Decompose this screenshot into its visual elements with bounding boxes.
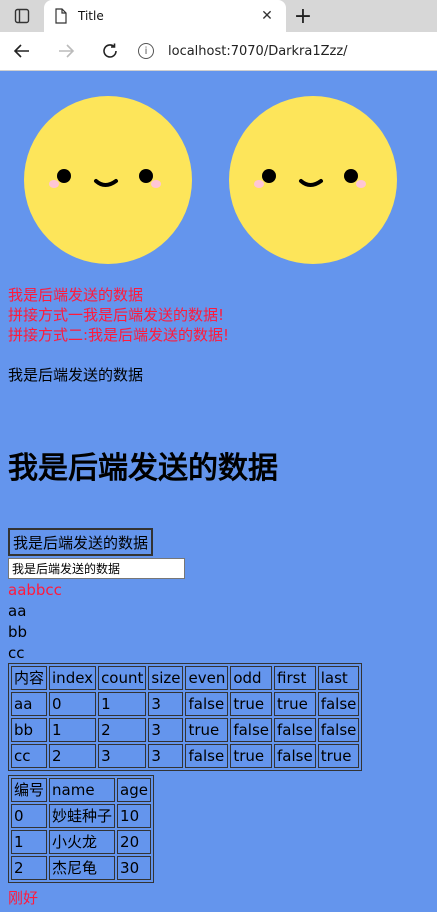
smiley-face-image: [24, 96, 192, 264]
table-cell: 2: [11, 856, 48, 880]
table-cell: true: [185, 718, 229, 742]
table-row: 2 杰尼龟 30: [11, 856, 151, 880]
table-cell: false: [185, 744, 229, 768]
tab-label: Title: [78, 9, 104, 23]
list-item: aa: [8, 602, 27, 620]
smiley-face-image: [229, 96, 397, 264]
close-tab-icon[interactable]: ✕: [258, 8, 276, 24]
red-line: 拼接方式二:我是后端发送的数据!: [8, 326, 230, 344]
table-cell: 30: [117, 856, 151, 880]
header-cell: age: [117, 778, 151, 802]
table-cell: 1: [11, 830, 48, 854]
table-cell: 0: [11, 804, 48, 828]
site-info-icon[interactable]: i: [138, 43, 154, 59]
new-tab-icon[interactable]: +: [286, 0, 320, 32]
table-header-row: 编号 name age: [11, 778, 151, 802]
header-cell: index: [49, 666, 97, 690]
table-cell: 1: [98, 692, 147, 716]
table-cell: 3: [148, 692, 184, 716]
table-cell: false: [274, 718, 316, 742]
address-bar[interactable]: i localhost:7070/Darkra1Zzz/: [132, 37, 431, 65]
table-cell: 10: [117, 804, 151, 828]
table-cell: true: [230, 744, 273, 768]
footer-text: 刚好: [8, 889, 39, 907]
table-cell: true: [274, 692, 316, 716]
table-row: bb 1 2 3 true false false false: [11, 718, 360, 742]
header-cell: odd: [230, 666, 273, 690]
plain-text: 我是后端发送的数据: [8, 366, 144, 384]
table-row: aa 0 1 3 false true true false: [11, 692, 360, 716]
header-cell: 编号: [11, 778, 48, 802]
table-cell: 妙蛙种子: [49, 804, 116, 828]
header-cell: first: [274, 666, 316, 690]
concat-text: aabbcc: [8, 581, 62, 599]
table-cell: true: [317, 744, 360, 768]
header-cell: even: [185, 666, 229, 690]
table-cell: cc: [11, 744, 48, 768]
table-cell: true: [230, 692, 273, 716]
data-button[interactable]: 我是后端发送的数据: [8, 528, 154, 556]
table-cell: false: [317, 692, 360, 716]
table-cell: 3: [98, 744, 147, 768]
refresh-icon[interactable]: [88, 32, 132, 70]
table-cell: 2: [98, 718, 147, 742]
table-cell: 20: [117, 830, 151, 854]
list-item: bb: [8, 623, 28, 641]
page-content: 我是后端发送的数据 拼接方式一我是后端发送的数据! 拼接方式二:我是后端发送的数…: [0, 71, 437, 912]
back-arrow-icon[interactable]: [0, 32, 44, 70]
list-item: cc: [8, 644, 25, 662]
url-text: localhost:7070/Darkra1Zzz/: [168, 43, 348, 59]
red-line: 拼接方式一我是后端发送的数据!: [8, 306, 225, 324]
table-cell: 0: [49, 692, 97, 716]
table-cell: 2: [49, 744, 97, 768]
header-cell: name: [49, 778, 116, 802]
item-list: aa bb cc: [8, 601, 27, 664]
red-line: 我是后端发送的数据: [8, 286, 144, 304]
navigation-bar: i localhost:7070/Darkra1Zzz/: [0, 32, 437, 70]
header-cell: size: [148, 666, 184, 690]
table-cell: false: [230, 718, 273, 742]
table-cell: false: [274, 744, 316, 768]
browser-chrome: Title ✕ + i localhost:7070/Darkra1Zzz/: [0, 0, 437, 71]
tab-strip: Title ✕ +: [0, 0, 437, 32]
user-table: 编号 name age 0 妙蛙种子 10 1 小火龙 20 2 杰尼龟 30: [8, 775, 154, 883]
document-icon: [55, 8, 67, 24]
header-cell: last: [317, 666, 360, 690]
table-cell: 3: [148, 718, 184, 742]
table-cell: aa: [11, 692, 48, 716]
table-row: cc 2 3 3 false true false true: [11, 744, 360, 768]
tab-title[interactable]: Title ✕: [44, 0, 286, 32]
forward-arrow-icon[interactable]: [44, 32, 88, 70]
table-header-row: 内容 index count size even odd first last: [11, 666, 360, 690]
tab-actions-icon[interactable]: [0, 0, 44, 32]
header-cell: count: [98, 666, 147, 690]
table-row: 1 小火龙 20: [11, 830, 151, 854]
table-cell: 杰尼龟: [49, 856, 116, 880]
table-cell: bb: [11, 718, 48, 742]
text-input[interactable]: 我是后端发送的数据: [8, 558, 185, 579]
red-text-block: 我是后端发送的数据 拼接方式一我是后端发送的数据! 拼接方式二:我是后端发送的数…: [8, 285, 229, 345]
table-cell: 1: [49, 718, 97, 742]
table-cell: 3: [148, 744, 184, 768]
status-table: 内容 index count size even odd first last …: [8, 663, 363, 771]
table-cell: false: [317, 718, 360, 742]
table-cell: false: [185, 692, 229, 716]
table-cell: 小火龙: [49, 830, 116, 854]
table-row: 0 妙蛙种子 10: [11, 804, 151, 828]
header-cell: 内容: [11, 666, 48, 690]
page-heading: 我是后端发送的数据: [8, 451, 278, 486]
